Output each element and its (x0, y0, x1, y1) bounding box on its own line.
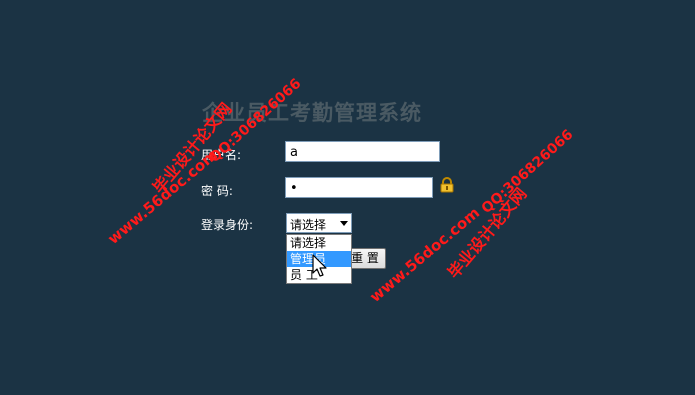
password-input[interactable]: • (285, 177, 433, 198)
role-option-choose[interactable]: 请选择 (287, 235, 351, 251)
dropdown-arrow-icon[interactable] (340, 221, 348, 226)
role-label: 登录身份: (201, 218, 254, 232)
lock-icon (440, 177, 454, 193)
password-label: 密 码: (201, 184, 233, 198)
mouse-cursor-icon (312, 254, 327, 277)
role-select-value: 请选择 (290, 218, 327, 232)
username-input[interactable]: a (285, 141, 440, 162)
role-select[interactable]: 请选择 (286, 213, 352, 233)
